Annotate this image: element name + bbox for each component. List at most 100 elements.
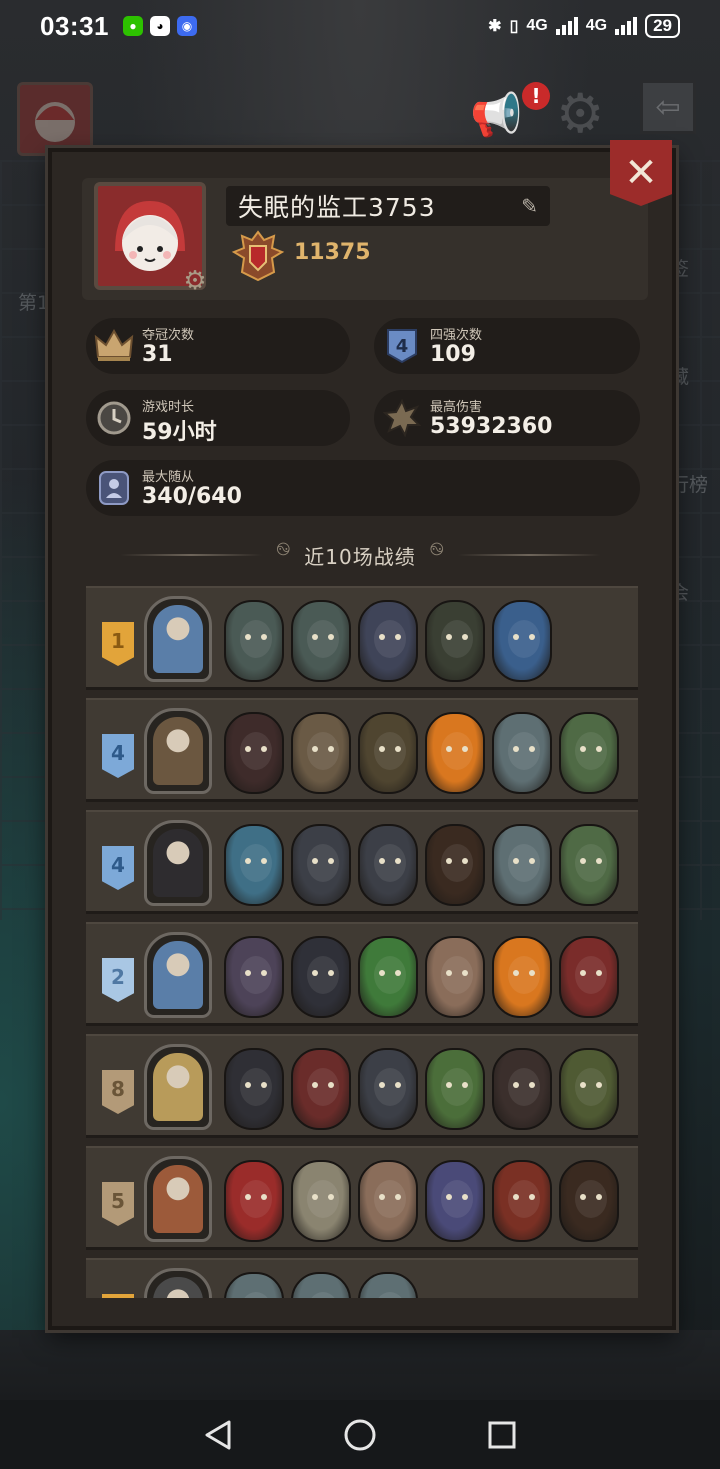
match-history-list[interactable]: 1 4 4 2 8 5 [86,586,638,1298]
minion-portrait[interactable] [492,824,552,906]
divider [120,554,263,556]
placement-badge: 4 [102,734,134,778]
minion-eye [596,1194,602,1200]
recents-icon[interactable] [487,1420,517,1450]
avatar-settings-gear-icon[interactable]: ⚙ [180,266,210,296]
minion-portrait[interactable] [224,1272,284,1298]
minion-portrait[interactable] [492,712,552,794]
minion-portrait[interactable] [358,1048,418,1130]
minion-portrait[interactable] [224,600,284,682]
minion-portrait[interactable] [425,936,485,1018]
hero-art [153,829,203,897]
minion-portrait[interactable] [492,1048,552,1130]
minion-portrait[interactable] [224,1048,284,1130]
player-name: 失眠的监工3753 [238,193,436,222]
close-icon: ✕ [624,150,658,196]
placement-badge: 4 [102,846,134,890]
hero-portrait[interactable] [144,1044,212,1130]
hero-portrait[interactable] [144,708,212,794]
minion-eye [462,634,468,640]
stat-championships: 夺冠次数 31 [86,318,350,374]
minion-eye [513,970,519,976]
minion-face [240,1292,272,1298]
hero-portrait[interactable] [144,596,212,682]
minion-portrait[interactable] [425,600,485,682]
match-row[interactable]: 4 [86,810,638,914]
minion-portrait[interactable] [559,824,619,906]
match-row[interactable] [86,1258,638,1298]
minion-portrait[interactable] [224,824,284,906]
minion-portrait[interactable] [358,936,418,1018]
stat-value: 109 [430,342,476,367]
back-icon[interactable] [203,1419,233,1451]
rank-crest-icon [231,230,285,282]
minion-portrait[interactable] [358,712,418,794]
settings-gear-icon[interactable]: ⚙ [556,82,604,145]
stat-label: 四强次数 [430,328,483,343]
stat-value: 53932360 [430,414,553,439]
minion-portrait[interactable] [291,824,351,906]
home-icon[interactable] [343,1418,377,1452]
damage-burst-icon [382,398,422,438]
swirl-ornament-icon: ࿊ [276,539,291,560]
minion-portrait[interactable] [358,600,418,682]
minion-face [374,1292,406,1298]
minion-portrait[interactable] [492,600,552,682]
rank-score: 11375 [294,240,371,265]
bluetooth-icon: ✱ [488,18,502,35]
clock-icon [94,398,134,438]
signal-icon [555,17,578,35]
minion-eye [596,746,602,752]
minion-eye [446,634,452,640]
minion-portrait[interactable] [291,1272,351,1298]
minion-portrait[interactable] [291,1160,351,1242]
announcement-icon[interactable]: 📢 [470,90,522,140]
minion-portrait[interactable] [291,936,351,1018]
minion-portrait[interactable] [224,936,284,1018]
minion-portrait[interactable] [425,824,485,906]
minion-portrait[interactable] [224,712,284,794]
minion-portrait[interactable] [492,936,552,1018]
match-row[interactable]: 4 [86,698,638,802]
minion-eye [312,634,318,640]
minion-portrait[interactable] [559,1160,619,1242]
minion-portrait[interactable] [291,600,351,682]
minion-eye [462,970,468,976]
minion-eye [328,970,334,976]
minion-eye [513,1082,519,1088]
minion-portrait[interactable] [358,1160,418,1242]
match-row[interactable]: 2 [86,922,638,1026]
hero-portrait[interactable] [144,1156,212,1242]
minion-portrait[interactable] [291,1048,351,1130]
minion-portrait[interactable] [559,1048,619,1130]
close-button[interactable]: ✕ [610,140,672,206]
minion-eye [261,858,267,864]
minion-portrait[interactable] [291,712,351,794]
minion-portrait[interactable] [358,1272,418,1298]
wechat-icon: ● [123,16,143,36]
minion-eye [529,634,535,640]
minion-eye [379,634,385,640]
hud-avatar[interactable] [17,82,93,156]
minion-portrait[interactable] [425,1048,485,1130]
placement-badge: 2 [102,958,134,1002]
match-row[interactable]: 8 [86,1034,638,1138]
hero-portrait[interactable] [144,932,212,1018]
network-4g-label-2: 4G [585,17,608,34]
minion-portrait[interactable] [224,1160,284,1242]
minion-portrait[interactable] [358,824,418,906]
minion-portrait[interactable] [425,1160,485,1242]
hero-art [153,605,203,673]
match-row[interactable]: 5 [86,1146,638,1250]
minion-eye [245,1194,251,1200]
hero-portrait[interactable] [144,820,212,906]
match-row[interactable]: 1 [86,586,638,690]
minion-eye [312,746,318,752]
minion-portrait[interactable] [559,712,619,794]
minion-portrait[interactable] [492,1160,552,1242]
exit-icon[interactable]: ⇦ [640,80,696,134]
hero-portrait[interactable] [144,1268,212,1298]
minion-portrait[interactable] [559,936,619,1018]
edit-name-pencil-icon[interactable]: ✎ [521,194,538,218]
minion-portrait[interactable] [425,712,485,794]
